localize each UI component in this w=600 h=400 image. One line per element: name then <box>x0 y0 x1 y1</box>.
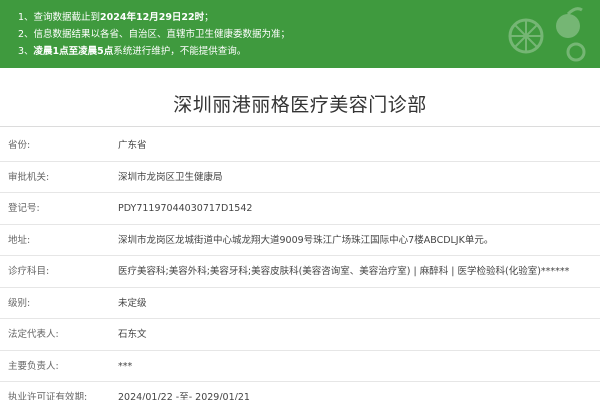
field-label: 省份: <box>8 140 31 151</box>
clinic-info-page: 1、查询数据截止到2024年12月29日22时； 2、信息数据结果以各省、自治区… <box>0 0 600 400</box>
field-value: PDY71197044030717D1542 <box>118 203 253 214</box>
notice-item-text: 1、查询数据截止到 <box>18 12 101 23</box>
field-value: 2024/01/22 -至- 2029/01/21 <box>118 392 250 400</box>
fruit-pattern-icon <box>508 7 586 62</box>
field-label: 级别: <box>8 297 31 309</box>
info-row-address: 地址: 深圳市龙岗区龙城街道中心城龙翔大道9009号珠江广场珠江国际中心7楼AB… <box>0 225 600 256</box>
field-label: 执业许可证有效期: <box>8 392 88 400</box>
field-label: 诊疗科目: <box>8 266 50 277</box>
notice-item-highlight: 凌晨1点至凌晨5点 <box>33 46 114 57</box>
info-row-province: 省份: 广东省 <box>0 130 600 162</box>
info-row-principal: 主要负责人: *** <box>0 351 600 382</box>
field-label: 地址: <box>8 234 31 246</box>
notice-item-highlight: 2024年12月29日22时 <box>100 12 205 23</box>
field-value: 石东文 <box>118 329 147 340</box>
title-divider <box>0 126 600 127</box>
clinic-title: 深圳丽港丽格医疗美容门诊部 <box>173 94 427 116</box>
field-value: 医疗美容科;美容外科;美容牙科;美容皮肤科(美容咨询室、美容治疗室) | 麻醉科… <box>118 266 570 277</box>
field-label: 法定代表人: <box>8 329 59 340</box>
field-value: *** <box>118 360 133 372</box>
info-row-approval-authority: 审批机关: 深圳市龙岗区卫生健康局 <box>0 162 600 193</box>
field-value: 未定级 <box>118 297 147 309</box>
notice-banner: 1、查询数据截止到2024年12月29日22时； 2、信息数据结果以各省、自治区… <box>0 0 600 68</box>
field-value: 深圳市龙岗区卫生健康局 <box>118 171 223 183</box>
info-row-departments: 诊疗科目: 医疗美容科;美容外科;美容牙科;美容皮肤科(美容咨询室、美容治疗室)… <box>0 256 600 288</box>
notice-item-text: ； <box>204 12 214 23</box>
field-value: 广东省 <box>118 140 147 151</box>
info-row-license-validity: 执业许可证有效期: 2024/01/22 -至- 2029/01/21 <box>0 382 600 400</box>
notice-item-text: 系统进行维护，不能提供查询。 <box>113 46 247 57</box>
info-row-legal-representative: 法定代表人: 石东文 <box>0 319 600 351</box>
clinic-info-table: 省份: 广东省 审批机关: 深圳市龙岗区卫生健康局 登记号: PDY711970… <box>0 130 600 400</box>
field-label: 主要负责人: <box>8 360 59 372</box>
field-value: 深圳市龙岗区龙城街道中心城龙翔大道9009号珠江广场珠江国际中心7楼ABCDLJ… <box>118 234 494 246</box>
notice-item-text: 3、 <box>18 46 34 57</box>
field-label: 审批机关: <box>8 171 50 183</box>
info-row-level: 级别: 未定级 <box>0 288 600 319</box>
field-label: 登记号: <box>8 203 40 214</box>
info-row-registration-number: 登记号: PDY71197044030717D1542 <box>0 193 600 225</box>
notice-item-text: 2、信息数据结果以各省、自治区、直辖市卫生健康委数据为准； <box>18 29 291 40</box>
